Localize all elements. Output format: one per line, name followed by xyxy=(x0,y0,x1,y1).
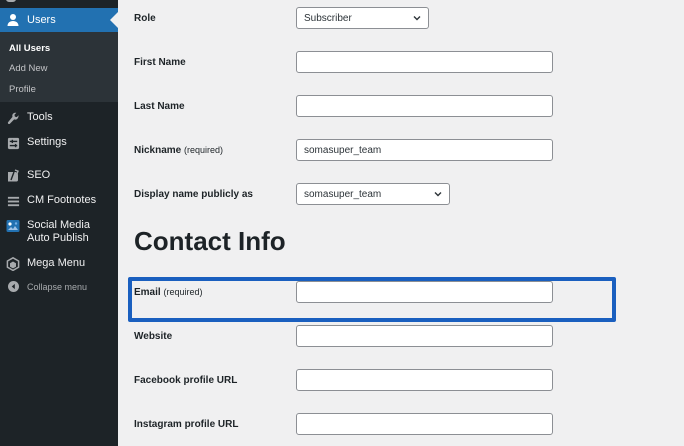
admin-sidebar: Users All Users Add New Profile Tools Se… xyxy=(0,0,118,446)
instagram-url-label: Instagram profile URL xyxy=(134,419,239,430)
sidebar-item-settings[interactable]: Settings xyxy=(0,136,118,150)
nickname-label: Nickname (required) xyxy=(134,145,223,156)
sidebar-item-label: Settings xyxy=(27,136,67,148)
last-name-label: Last Name xyxy=(134,101,185,112)
submenu-add-new[interactable]: Add New xyxy=(9,63,48,74)
facebook-url-input[interactable] xyxy=(296,369,553,391)
collapse-arrow-icon xyxy=(8,281,19,292)
required-note: (required) xyxy=(184,145,224,155)
user-icon xyxy=(6,13,20,27)
facebook-url-label: Facebook profile URL xyxy=(134,375,238,386)
partial-icon xyxy=(6,0,16,2)
first-name-label: First Name xyxy=(134,57,186,68)
users-submenu: All Users Add New Profile xyxy=(0,32,118,102)
email-label-text: Email xyxy=(134,287,161,298)
contact-info-heading: Contact Info xyxy=(134,226,286,256)
display-name-select[interactable]: somasuper_team xyxy=(296,183,450,205)
chevron-down-icon xyxy=(412,13,422,23)
settings-icon xyxy=(6,136,20,150)
submenu-all-users[interactable]: All Users xyxy=(9,43,50,54)
website-label: Website xyxy=(134,331,173,342)
sidebar-item-tools[interactable]: Tools xyxy=(0,111,118,125)
sidebar-item-seo[interactable]: SEO xyxy=(0,169,118,183)
email-input[interactable] xyxy=(296,281,553,303)
role-select[interactable]: Subscriber xyxy=(296,7,429,29)
role-label: Role xyxy=(134,13,156,24)
current-menu-arrow xyxy=(110,12,118,28)
website-input[interactable] xyxy=(296,325,553,347)
sidebar-item-cm-footnotes[interactable]: CM Footnotes xyxy=(0,194,118,208)
last-name-input[interactable] xyxy=(296,95,553,117)
sidebar-item-users[interactable]: Users xyxy=(0,8,118,32)
sidebar-item-label: Social Media Auto Publish xyxy=(27,219,90,244)
chevron-down-icon xyxy=(433,189,443,199)
sidebar-top-fragment xyxy=(0,0,118,4)
collapse-menu-label: Collapse menu xyxy=(27,281,88,292)
nickname-label-text: Nickname xyxy=(134,145,182,156)
sidebar-item-label: SEO xyxy=(27,169,51,181)
sidebar-item-label: CM Footnotes xyxy=(27,194,97,206)
sidebar-item-social-media-auto-publish[interactable]: Social Media Auto Publish xyxy=(0,219,118,245)
sidebar-item-mega-menu[interactable]: Mega Menu xyxy=(0,257,118,271)
display-name-label: Display name publicly as xyxy=(134,189,253,200)
required-note: (required) xyxy=(163,287,203,297)
social-icon xyxy=(6,219,20,233)
sidebar-item-label: Users xyxy=(27,14,56,26)
megamenu-icon xyxy=(6,257,20,271)
footnotes-icon xyxy=(6,194,20,208)
submenu-profile[interactable]: Profile xyxy=(9,84,36,95)
first-name-input[interactable] xyxy=(296,51,553,73)
role-select-value: Subscriber xyxy=(304,13,352,24)
email-label: Email (required) xyxy=(134,287,202,298)
wrench-icon xyxy=(6,111,20,125)
sidebar-item-label: Mega Menu xyxy=(27,257,86,269)
seo-icon xyxy=(6,169,20,183)
display-name-select-value: somasuper_team xyxy=(304,189,382,200)
nickname-input[interactable]: somasuper_team xyxy=(296,139,553,161)
sidebar-item-label: Tools xyxy=(27,111,53,123)
instagram-url-input[interactable] xyxy=(296,413,553,435)
collapse-menu-button[interactable]: Collapse menu xyxy=(0,281,118,292)
